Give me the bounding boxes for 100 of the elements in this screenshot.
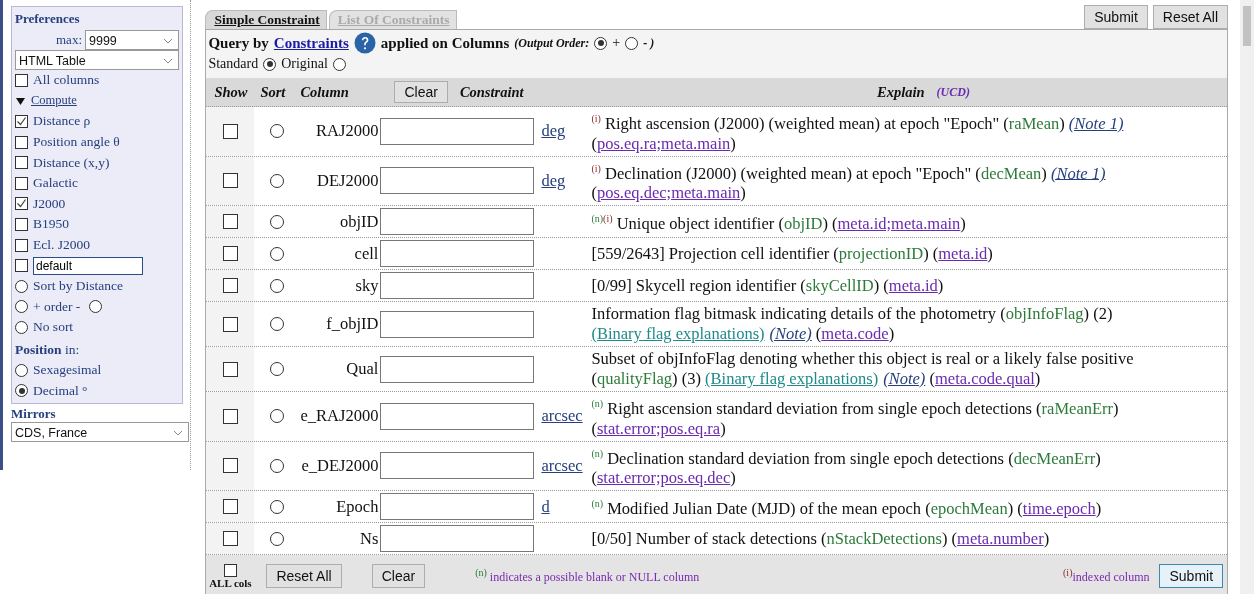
show-checkbox[interactable] bbox=[222, 499, 238, 514]
sort-radio[interactable] bbox=[270, 362, 285, 376]
checkbox[interactable] bbox=[15, 156, 28, 170]
sort-radio[interactable] bbox=[270, 531, 285, 546]
radio-button[interactable] bbox=[89, 300, 103, 314]
help-icon[interactable] bbox=[353, 32, 376, 54]
action-button[interactable]: Submit bbox=[1084, 5, 1148, 29]
show-checkbox[interactable] bbox=[222, 173, 238, 189]
column-header: Sort bbox=[260, 83, 287, 101]
show-checkbox[interactable] bbox=[222, 361, 238, 377]
radio-button[interactable] bbox=[15, 320, 28, 334]
ucd-link[interactable]: meta.code bbox=[821, 324, 889, 343]
constraint-field[interactable] bbox=[380, 402, 535, 430]
ucd-link[interactable]: (UCD) bbox=[936, 84, 970, 100]
radio-button[interactable] bbox=[15, 279, 28, 293]
sort-radio[interactable] bbox=[270, 409, 285, 424]
show-checkbox[interactable] bbox=[222, 278, 238, 293]
chevron-icon bbox=[163, 58, 173, 64]
show-checkbox[interactable] bbox=[222, 214, 238, 229]
flag-explanation-link[interactable]: (Binary flag explanations) bbox=[591, 324, 765, 343]
constraints-link[interactable]: Constraints bbox=[273, 34, 349, 52]
radio-button[interactable] bbox=[625, 36, 639, 50]
show-checkbox[interactable] bbox=[222, 123, 238, 139]
note-link[interactable]: (Note) bbox=[883, 369, 926, 388]
unit-link[interactable]: deg bbox=[541, 121, 566, 142]
show-checkbox[interactable] bbox=[222, 408, 238, 424]
unit-link[interactable]: d bbox=[541, 496, 550, 517]
ucd-link[interactable]: pos.eq.dec;meta.main bbox=[596, 183, 741, 202]
checkbox[interactable] bbox=[15, 238, 28, 252]
constraint-field[interactable] bbox=[380, 355, 535, 383]
sort-radio[interactable] bbox=[270, 317, 285, 331]
ucd-link[interactable]: meta.id;meta.main bbox=[837, 213, 961, 233]
constraint-field[interactable] bbox=[380, 525, 535, 552]
checkbox[interactable] bbox=[15, 176, 28, 190]
note-link[interactable]: (Note 1) bbox=[1050, 163, 1106, 182]
clear-button[interactable]: Clear bbox=[371, 564, 426, 588]
sort-radio[interactable] bbox=[270, 278, 285, 293]
tab[interactable]: Simple Constraint bbox=[205, 10, 327, 29]
ucd-link[interactable]: pos.eq.ra;meta.main bbox=[596, 133, 731, 153]
show-checkbox[interactable] bbox=[222, 246, 238, 261]
flag-explanation-link[interactable]: (Binary flag explanations) bbox=[705, 369, 879, 388]
submit-button[interactable]: Submit bbox=[1159, 564, 1224, 588]
checkbox[interactable] bbox=[15, 259, 28, 273]
radio-button[interactable] bbox=[263, 57, 277, 71]
radio-button[interactable] bbox=[15, 300, 28, 314]
mirror-select[interactable]: CDS, France bbox=[11, 421, 189, 442]
unit-link[interactable]: arcsec bbox=[541, 455, 583, 476]
constraint-field[interactable] bbox=[380, 310, 535, 338]
ucd-link[interactable]: meta.code.qual bbox=[935, 369, 1035, 388]
sort-radio[interactable] bbox=[270, 499, 285, 514]
constraint-field[interactable] bbox=[380, 272, 535, 299]
radio-button[interactable] bbox=[15, 384, 28, 398]
constraint-field[interactable] bbox=[380, 240, 535, 267]
constraint-field[interactable] bbox=[380, 117, 535, 145]
clear-button[interactable]: Clear bbox=[394, 81, 448, 103]
format-select[interactable]: HTML Table bbox=[15, 50, 179, 70]
legend-note: $^{(i)}$indexed column bbox=[1063, 567, 1150, 585]
unit-link[interactable]: deg bbox=[541, 170, 566, 191]
scrollbar[interactable] bbox=[1240, 0, 1254, 594]
triangle-icon[interactable] bbox=[16, 96, 25, 105]
compute-link[interactable]: Compute bbox=[31, 93, 77, 109]
action-button[interactable]: Reset All bbox=[1152, 5, 1229, 29]
show-checkbox[interactable] bbox=[222, 531, 238, 546]
ucd-link[interactable]: meta.id bbox=[888, 275, 938, 295]
checkbox[interactable] bbox=[223, 563, 237, 577]
sort-radio[interactable] bbox=[270, 458, 285, 473]
option-label: - ) bbox=[643, 35, 655, 51]
constraint-field[interactable] bbox=[380, 493, 535, 520]
constraint-field[interactable] bbox=[380, 452, 535, 480]
max-select[interactable]: 9999 bbox=[85, 30, 179, 50]
checkbox[interactable] bbox=[15, 73, 28, 87]
ucd-link[interactable]: meta.number bbox=[957, 528, 1044, 548]
ucd-link[interactable]: stat.error;pos.eq.ra bbox=[596, 418, 721, 438]
ucd-link[interactable]: time.epoch bbox=[1022, 498, 1096, 518]
radio-button[interactable] bbox=[15, 363, 28, 377]
reset-button[interactable]: Reset All bbox=[266, 564, 342, 588]
constraint-field[interactable] bbox=[380, 208, 535, 235]
checkbox[interactable] bbox=[15, 217, 28, 231]
show-checkbox[interactable] bbox=[222, 316, 238, 332]
sort-radio[interactable] bbox=[270, 214, 285, 229]
checkbox[interactable] bbox=[15, 115, 28, 128]
column-name: Epoch bbox=[336, 496, 379, 517]
ucd-link[interactable]: meta.id bbox=[938, 243, 988, 263]
constraint-field[interactable] bbox=[380, 167, 535, 195]
note-link[interactable]: (Note 1) bbox=[1068, 113, 1124, 133]
option-label: Distance (x,y) bbox=[33, 154, 110, 171]
checkbox[interactable] bbox=[15, 197, 28, 211]
note-link[interactable]: (Note) bbox=[769, 324, 812, 343]
ucd-link[interactable]: stat.error;pos.eq.dec bbox=[596, 468, 731, 487]
sort-radio[interactable] bbox=[270, 246, 285, 261]
unit-link[interactable]: arcsec bbox=[541, 406, 583, 427]
show-checkbox[interactable] bbox=[222, 458, 238, 474]
sort-radio[interactable] bbox=[270, 173, 285, 188]
checkbox[interactable] bbox=[15, 135, 28, 149]
panel-title: Preferences bbox=[15, 11, 81, 27]
column-description: Subset of objInfoFlag denoting whether this object is real or a likely false positive (qualityFlag) (3) (Binary flag explanations) (Note) (meta.code.qual) bbox=[591, 349, 1135, 389]
frame-field[interactable]: default bbox=[33, 256, 143, 275]
radio-button[interactable] bbox=[594, 36, 608, 50]
radio-button[interactable] bbox=[332, 57, 346, 71]
sort-radio[interactable] bbox=[270, 124, 285, 139]
